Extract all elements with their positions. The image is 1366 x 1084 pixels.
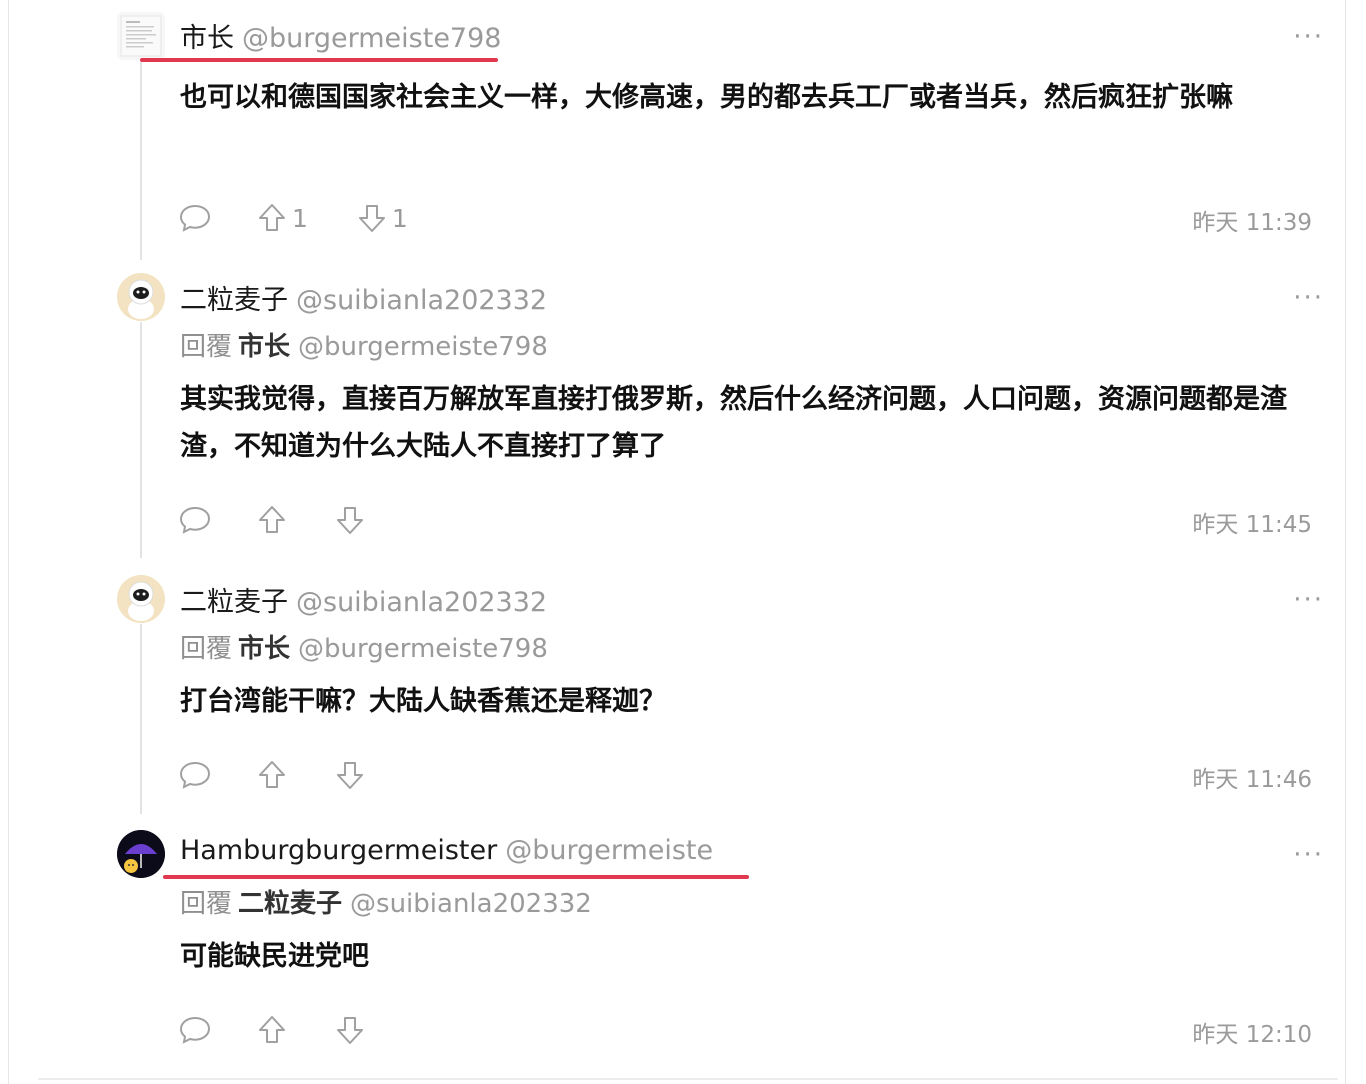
reply-to-name[interactable]: 市长 bbox=[238, 332, 290, 362]
reply-to-handle[interactable]: @burgermeiste798 bbox=[298, 634, 548, 664]
thread-line bbox=[140, 624, 142, 814]
comment-timestamp: 昨天 11:45 bbox=[1192, 512, 1312, 538]
comment-text: 也可以和德国国家社会主义一样，大修高速，男的都去兵工厂或者当兵，然后疯狂扩张嘛 bbox=[180, 82, 1233, 113]
arrow-down-icon bbox=[337, 507, 363, 534]
astronaut-avatar-icon bbox=[117, 273, 165, 321]
comment-bubble-icon bbox=[179, 506, 211, 534]
comment-actions: 1 1 bbox=[178, 200, 408, 236]
author-name[interactable]: 市长 bbox=[180, 23, 234, 54]
avatar[interactable] bbox=[117, 830, 165, 878]
reply-prefix: 回覆 bbox=[180, 332, 233, 362]
comment-text: 其实我觉得，直接百万解放军直接打俄罗斯，然后什么经济问题，人口问题，资源问题都是… bbox=[180, 384, 1287, 462]
downvote-button[interactable] bbox=[334, 759, 366, 791]
downvote-button[interactable] bbox=[334, 504, 366, 536]
divider bbox=[38, 1078, 1338, 1080]
highlight-underline bbox=[140, 58, 498, 62]
more-dots-icon[interactable]: ··· bbox=[1293, 22, 1324, 52]
arrow-up-icon bbox=[259, 204, 285, 231]
comment-timestamp: 昨天 11:46 bbox=[1192, 767, 1312, 793]
reply-to-line: 回覆 市长 @burgermeiste798 bbox=[180, 628, 548, 665]
upvote-button[interactable] bbox=[256, 1014, 288, 1046]
reply-button[interactable] bbox=[178, 504, 212, 536]
highlight-underline bbox=[163, 875, 749, 879]
author-name[interactable]: 二粒麦子 bbox=[180, 587, 288, 618]
document-thumbnail-icon bbox=[120, 15, 162, 57]
comment-actions bbox=[178, 502, 366, 538]
arrow-up-icon bbox=[259, 761, 285, 788]
comment-bubble-icon bbox=[179, 1016, 211, 1044]
downvote-button[interactable] bbox=[334, 1014, 366, 1046]
reply-to-handle[interactable]: @burgermeiste798 bbox=[298, 332, 548, 362]
arrow-down-icon bbox=[337, 762, 363, 789]
umbrella-avatar-icon bbox=[117, 830, 165, 878]
arrow-down-icon bbox=[358, 205, 385, 232]
thread-line bbox=[140, 322, 142, 558]
author-handle[interactable]: @burgermeiste798 bbox=[242, 23, 501, 54]
comment-header: Hamburgburgermeister @burgermeiste bbox=[180, 835, 713, 866]
reply-to-line: 回覆 市长 @burgermeiste798 bbox=[180, 326, 548, 363]
author-handle[interactable]: @burgermeiste bbox=[505, 835, 713, 866]
more-dots-icon[interactable]: ··· bbox=[1293, 283, 1324, 313]
comment-thread-panel bbox=[8, 0, 1346, 1084]
reply-button[interactable] bbox=[178, 202, 212, 234]
reply-to-line: 回覆 二粒麦子 @suibianla202332 bbox=[180, 883, 592, 920]
downvote-count: 1 bbox=[391, 203, 408, 233]
avatar[interactable] bbox=[117, 575, 165, 623]
comment-bubble-icon bbox=[179, 761, 211, 789]
reply-button[interactable] bbox=[178, 759, 212, 791]
author-handle[interactable]: @suibianla202332 bbox=[296, 587, 547, 618]
reply-to-name[interactable]: 二粒麦子 bbox=[238, 889, 342, 919]
comment-bubble-icon bbox=[179, 204, 211, 232]
comment-header: 市长 @burgermeiste798 bbox=[180, 16, 501, 55]
thread-line bbox=[140, 62, 142, 260]
reply-to-handle[interactable]: @suibianla202332 bbox=[350, 889, 592, 919]
comment-timestamp: 昨天 11:39 bbox=[1192, 210, 1312, 236]
reply-prefix: 回覆 bbox=[180, 634, 233, 664]
comment-header: 二粒麦子 @suibianla202332 bbox=[180, 580, 547, 619]
author-name[interactable]: 二粒麦子 bbox=[180, 285, 288, 316]
comment-actions bbox=[178, 757, 366, 793]
upvote-button[interactable] bbox=[256, 759, 288, 791]
comment-timestamp: 昨天 12:10 bbox=[1192, 1022, 1312, 1048]
author-name[interactable]: Hamburgburgermeister bbox=[180, 835, 497, 866]
avatar[interactable] bbox=[117, 12, 165, 60]
comment-text: 可能缺民进党吧 bbox=[180, 941, 369, 972]
reply-button[interactable] bbox=[178, 1014, 212, 1046]
astronaut-avatar-icon bbox=[117, 575, 165, 623]
arrow-down-icon bbox=[337, 1017, 363, 1044]
reply-to-name[interactable]: 市长 bbox=[238, 634, 290, 664]
more-dots-icon[interactable]: ··· bbox=[1293, 840, 1324, 870]
downvote-button[interactable]: 1 bbox=[356, 202, 408, 234]
more-dots-icon[interactable]: ··· bbox=[1293, 585, 1324, 615]
arrow-up-icon bbox=[259, 1016, 285, 1043]
author-handle[interactable]: @suibianla202332 bbox=[296, 285, 547, 316]
avatar[interactable] bbox=[117, 273, 165, 321]
arrow-up-icon bbox=[259, 506, 285, 533]
upvote-count: 1 bbox=[292, 203, 308, 233]
reply-prefix: 回覆 bbox=[180, 889, 233, 919]
comment-header: 二粒麦子 @suibianla202332 bbox=[180, 278, 547, 317]
upvote-button[interactable]: 1 bbox=[256, 202, 308, 234]
comment-text: 打台湾能干嘛？大陆人缺香蕉还是释迦？ bbox=[180, 686, 666, 717]
comment-actions bbox=[178, 1012, 366, 1048]
upvote-button[interactable] bbox=[256, 504, 288, 536]
